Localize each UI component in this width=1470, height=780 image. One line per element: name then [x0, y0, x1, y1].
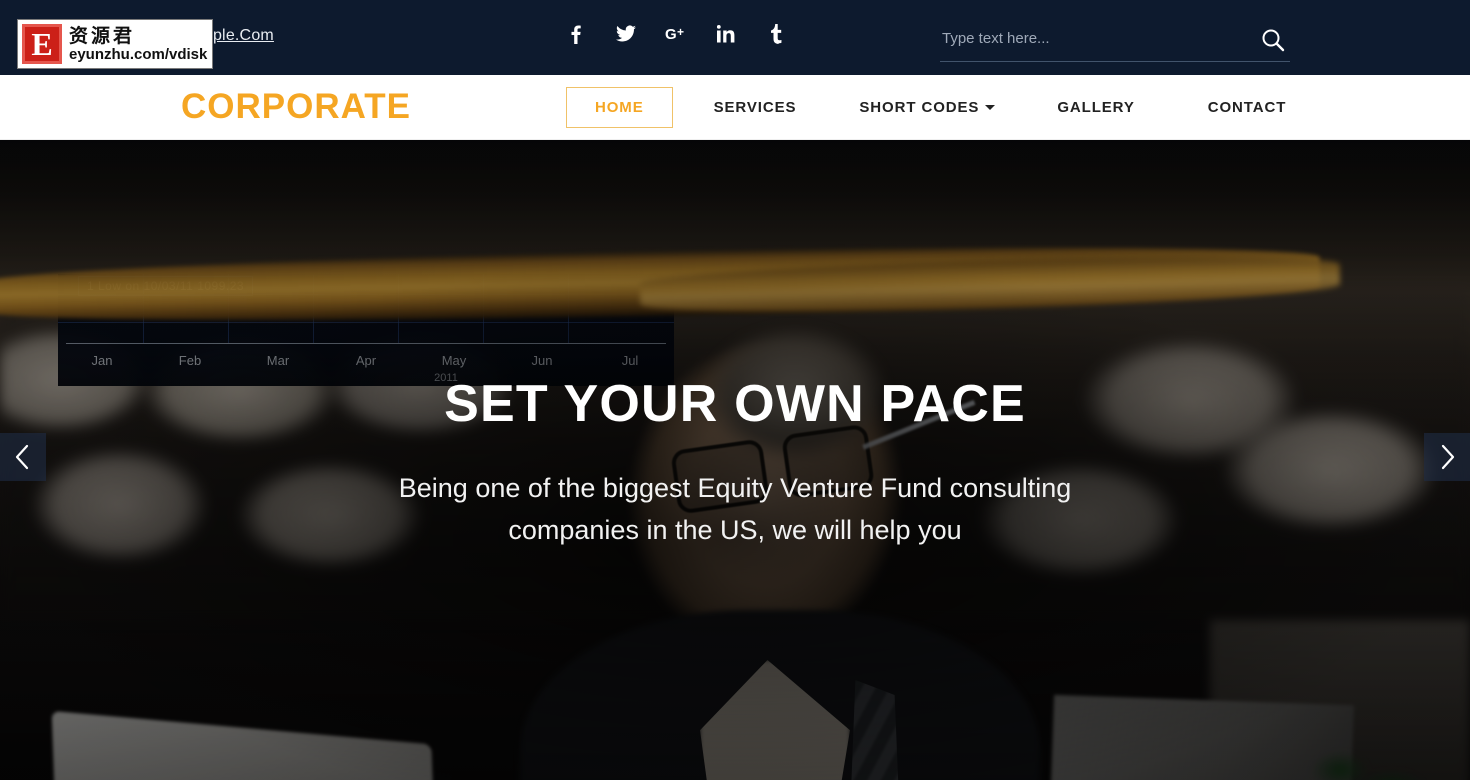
search-bar[interactable] [940, 22, 1290, 62]
google-plus-icon[interactable]: G + [665, 25, 687, 43]
main-menu: HOME SERVICES SHORT CODES GALLERY CONTAC… [566, 75, 1286, 140]
watermark-url: eyunzhu.com/vdisk [69, 45, 208, 63]
main-navbar: CORPORATE HOME SERVICES SHORT CODES GALL… [0, 75, 1470, 140]
search-input[interactable] [940, 30, 1260, 53]
top-bar: info@example.Com G+ E 资源君 e [0, 0, 1470, 75]
watermark-letter: E [22, 24, 62, 64]
nav-item-contact[interactable]: CONTACT [1208, 87, 1287, 128]
nav-item-services[interactable]: SERVICES [714, 87, 797, 128]
search-button[interactable] [1260, 27, 1290, 57]
watermark-chinese: 资源君 [69, 24, 136, 47]
twitter-icon[interactable] [615, 25, 637, 43]
hero-title: SET YOUR OWN PACE [444, 375, 1026, 433]
nav-item-gallery[interactable]: GALLERY [1057, 87, 1134, 128]
chevron-down-icon [985, 105, 996, 110]
hero-slider: 1 Low on 10/03/11 1099.23 Jan Feb Mar Ap… [0, 140, 1470, 780]
nav-item-short-codes-label: SHORT CODES [859, 99, 980, 116]
watermark-overlay: E 资源君 eyunzhu.com/vdisk [17, 19, 213, 69]
chevron-right-icon [1441, 444, 1455, 470]
social-links: G + [565, 24, 787, 44]
search-icon [1262, 29, 1285, 51]
hero-text-block: SET YOUR OWN PACE Being one of the bigge… [0, 375, 1470, 551]
nav-item-short-codes[interactable]: SHORT CODES [859, 87, 996, 128]
carousel-next-button[interactable] [1424, 433, 1470, 481]
site-logo[interactable]: CORPORATE [181, 87, 411, 127]
svg-text:G: G [665, 26, 677, 43]
linkedin-icon[interactable] [715, 25, 737, 43]
svg-text:+: + [677, 25, 684, 39]
hero-subtitle: Being one of the biggest Equity Venture … [398, 473, 1072, 546]
nav-item-home[interactable]: HOME [566, 87, 673, 128]
carousel-prev-button[interactable] [0, 433, 46, 481]
tumblr-icon[interactable] [765, 24, 787, 44]
chevron-left-icon [15, 444, 29, 470]
facebook-icon[interactable] [565, 24, 587, 44]
